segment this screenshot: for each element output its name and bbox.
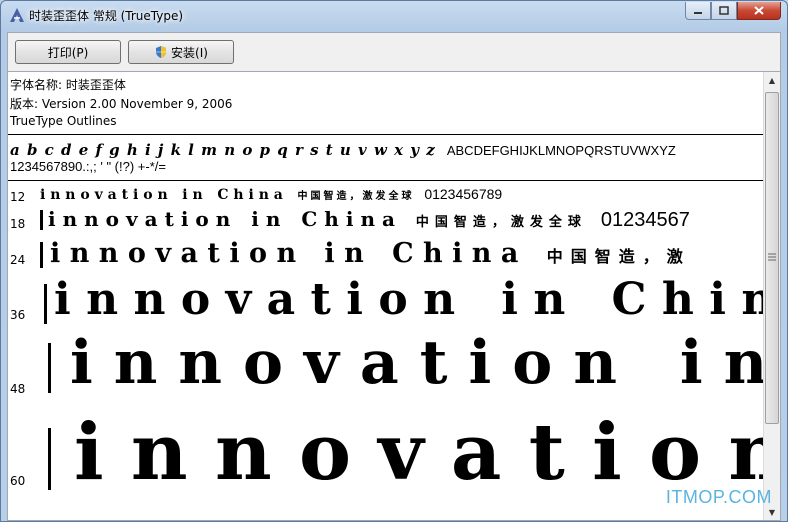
charset-digits-symbols: 1234567890.:,; ' " (!?) +-*/= <box>10 159 166 174</box>
close-icon <box>754 6 764 15</box>
close-button[interactable] <box>737 2 781 20</box>
text-cursor-bar <box>44 284 47 324</box>
text-cursor-bar <box>48 343 51 393</box>
text-cursor-bar <box>48 428 51 490</box>
size-label-24: 24 <box>10 253 26 267</box>
print-button-label: 打印(P) <box>47 45 89 60</box>
maximize-button[interactable] <box>711 2 737 20</box>
font-version-text: 版本: Version 2.00 November 9, 2006 <box>10 97 233 111</box>
install-button-label: 安装(I) <box>171 45 208 60</box>
sample-digits: 01234567 <box>600 209 690 231</box>
install-button[interactable]: 安装(I) <box>128 40 234 64</box>
watermark-logo: ITMOP.COM <box>665 487 772 507</box>
sample-cjk: 中国智造，激发全球 <box>415 215 587 230</box>
divider <box>8 134 764 135</box>
sample-cjk: 中国智造，激 <box>546 247 691 266</box>
scroll-up-arrow-icon[interactable]: ▲ <box>764 72 780 89</box>
size-label-18: 18 <box>10 217 26 231</box>
title-bar[interactable]: 时装歪歪体 常规 (TrueType) <box>1 1 787 31</box>
size-label-60: 60 <box>10 474 26 488</box>
charset-line-1: a b c d e f g h i j k l m n o p q r s t … <box>10 140 676 159</box>
scrollbar-thumb[interactable] <box>765 92 779 424</box>
sample-latin: innovation in China <box>50 238 528 269</box>
window-title: 时装歪歪体 常规 (TrueType) <box>29 9 184 23</box>
sample-latin: innovation in China <box>48 207 402 231</box>
maximize-icon <box>719 6 729 15</box>
sample-digits: 0123456789 <box>424 186 503 202</box>
sample-text-48: innovation in <box>70 328 781 398</box>
font-app-icon <box>9 7 25 23</box>
minimize-icon <box>694 11 702 14</box>
text-cursor-bar <box>40 242 43 268</box>
size-label-12: 12 <box>10 190 26 204</box>
divider <box>8 180 764 181</box>
sample-latin: innovation in China <box>40 187 288 203</box>
font-viewer-window: 时装歪歪体 常规 (TrueType) 打印(P) 安装(I) 字体名称: 时装… <box>0 0 788 522</box>
grip-icon <box>768 253 776 261</box>
sample-cjk: 中国智造，激发全球 <box>297 191 415 202</box>
sample-text-18: innovation in China 中国智造，激发全球 01234567 <box>48 207 690 232</box>
charset-uppercase: ABCDEFGHIJKLMNOPQRSTUVWXYZ <box>446 143 676 158</box>
charset-lowercase: a b c d e f g h i j k l m n o p q r s t … <box>10 141 436 159</box>
print-button[interactable]: 打印(P) <box>15 40 121 64</box>
font-name-text: 字体名称: 时装歪歪体 <box>10 78 126 92</box>
sample-text-60: innovation <box>74 407 781 498</box>
size-label-48: 48 <box>10 382 26 396</box>
sample-text-12: innovation in China 中国智造，激发全球 0123456789 <box>40 186 502 203</box>
toolbar: 打印(P) 安装(I) <box>7 32 781 72</box>
font-preview-area: 字体名称: 时装歪歪体 版本: Version 2.00 November 9,… <box>7 72 781 521</box>
vertical-scrollbar[interactable]: ▲ ▼ <box>763 72 780 520</box>
shield-icon <box>156 46 167 58</box>
sample-text-36: innovation in Chin <box>54 274 781 325</box>
sample-text-24: innovation in China 中国智造，激 <box>50 238 691 269</box>
text-cursor-bar <box>40 210 43 230</box>
font-outline-text: TrueType Outlines <box>10 114 117 128</box>
size-label-36: 36 <box>10 308 26 322</box>
minimize-button[interactable] <box>685 2 711 20</box>
